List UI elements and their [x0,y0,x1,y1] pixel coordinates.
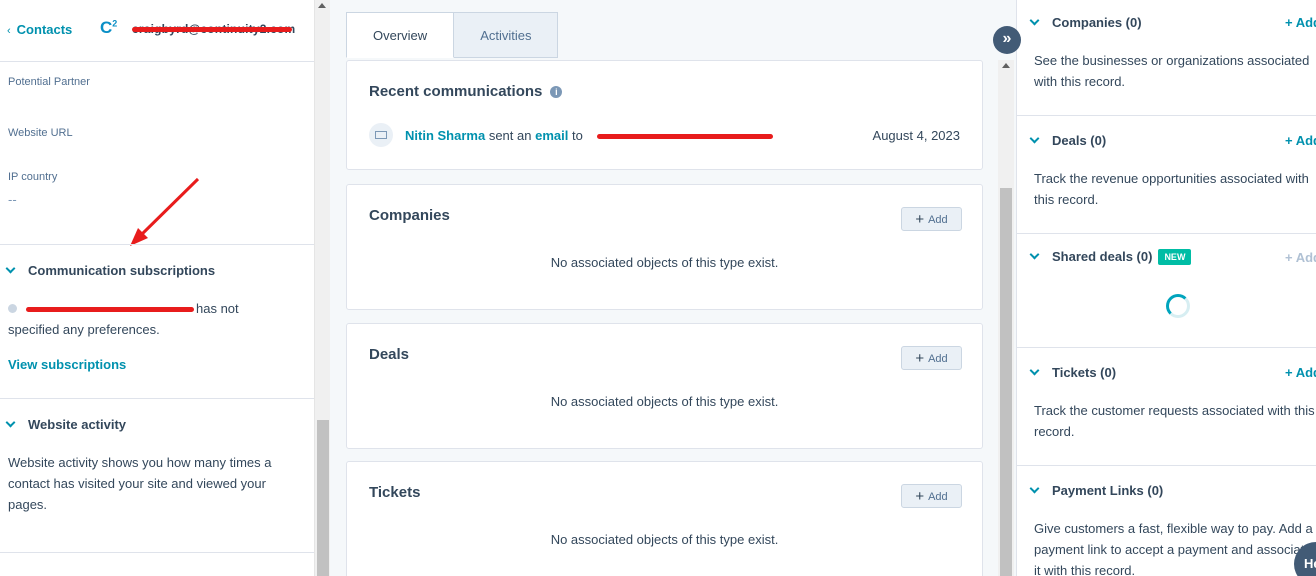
deals-card: Deals + Add No associated objects of this… [346,323,983,449]
right-companies-header[interactable]: Companies (0) [1029,15,1142,30]
companies-card: Companies + Add No associated objects of … [346,184,983,310]
recent-communications-card: Recent communications i Nitin Sharma sent… [346,60,983,170]
empty-message: No associated objects of this type exist… [550,532,779,547]
tab-overview[interactable]: Overview [346,12,455,58]
chevron-down-icon [1029,133,1040,144]
communication-summary: Nitin Sharma sent an email to [405,128,583,143]
main-scrollbar[interactable] [998,60,1014,576]
divider [0,398,314,399]
add-ticket-button[interactable]: + Add [901,484,962,508]
right-companies-text: See the businesses or organizations asso… [1034,53,1310,89]
right-deals-header[interactable]: Deals (0) [1029,133,1106,148]
chevron-down-icon [1029,483,1040,494]
divider [1017,465,1316,466]
communication-date: August 4, 2023 [872,128,960,143]
email-link[interactable]: email [535,128,568,143]
company-logo: C2 [100,18,118,37]
record-header: ‹Contacts C2 craigbyrd@continuity2.com [0,0,314,62]
right-add-shared-deal-button[interactable]: + Add [1285,250,1316,265]
new-badge: NEW [1158,249,1192,265]
chevron-down-icon [5,263,16,274]
scroll-thumb[interactable] [1000,188,1012,576]
expand-sidebar-button[interactable]: » [993,26,1021,54]
status-dot [8,304,17,313]
right-shared-deals-header[interactable]: Shared deals (0) NEW [1029,249,1192,266]
scroll-up-icon[interactable] [1002,63,1010,68]
divider [1017,233,1316,234]
email-icon [369,123,393,147]
divider [0,552,314,553]
card-title: Recent communications i [369,83,563,100]
chevron-left-icon: ‹ [7,25,11,37]
property-label-ip-country: IP country [8,171,58,183]
plus-icon: + [915,211,925,228]
add-deal-button[interactable]: + Add [901,346,962,370]
right-payment-links-text: Give customers a fast, flexible way to p… [1034,521,1313,576]
left-sidebar: ‹Contacts C2 craigbyrd@continuity2.com P… [0,0,314,576]
loading-spinner-icon [1166,294,1190,318]
tab-bar: Overview Activities [346,12,559,58]
redaction-mark [597,134,773,139]
card-title: Companies [369,207,450,224]
comm-subs-text: specified any preferences. [8,322,160,337]
tickets-card: Tickets + Add No associated objects of th… [346,461,983,576]
card-title: Tickets [369,484,421,501]
divider [1017,115,1316,116]
right-add-company-button[interactable]: + Add [1285,15,1316,30]
comm-subs-text-suffix: has not [196,301,239,316]
website-activity-text: Website activity shows you how many time… [8,455,272,512]
website-activity-header[interactable]: Website activity [5,417,126,432]
right-deals-text: Track the revenue opportunities associat… [1034,171,1309,207]
sender-link[interactable]: Nitin Sharma [405,128,485,143]
right-tickets-text: Track the customer requests associated w… [1034,403,1315,439]
redaction-mark [26,307,194,312]
right-add-ticket-button[interactable]: + Add [1285,365,1316,380]
property-label-website-url: Website URL [8,127,73,139]
empty-message: No associated objects of this type exist… [550,255,779,270]
divider [0,244,314,245]
tab-activities[interactable]: Activities [454,12,559,58]
property-value-ip-country[interactable]: -- [8,192,17,207]
chevron-down-icon [5,417,16,428]
view-subscriptions-link[interactable]: View subscriptions [8,357,126,372]
left-scrollbar[interactable] [314,0,330,576]
back-to-contacts-link[interactable]: ‹ Contacts [7,22,72,37]
annotation-arrow [130,177,200,246]
card-title: Deals [369,346,410,363]
back-link-label: Contacts [16,22,73,37]
info-icon[interactable]: i [550,86,563,98]
chevron-down-icon [1029,365,1040,376]
right-tickets-header[interactable]: Tickets (0) [1029,365,1116,380]
right-sidebar: Companies (0) + Add See the businesses o… [1016,0,1316,576]
main-content: Overview Activities Recent communication… [330,0,1016,576]
property-label-potential-partner: Potential Partner [8,76,90,88]
scroll-up-icon[interactable] [318,3,326,8]
empty-message: No associated objects of this type exist… [550,394,779,409]
add-company-button[interactable]: + Add [901,207,962,231]
comm-subscriptions-header[interactable]: Communication subscriptions [5,263,215,278]
scroll-thumb[interactable] [317,420,329,576]
plus-icon: + [915,350,925,367]
redaction-mark [132,27,292,32]
plus-icon: + [915,488,925,505]
chevron-down-icon [1029,249,1040,260]
right-add-deal-button[interactable]: + Add [1285,133,1316,148]
right-payment-links-header[interactable]: Payment Links (0) [1029,483,1163,498]
divider [1017,347,1316,348]
chevron-down-icon [1029,15,1040,26]
